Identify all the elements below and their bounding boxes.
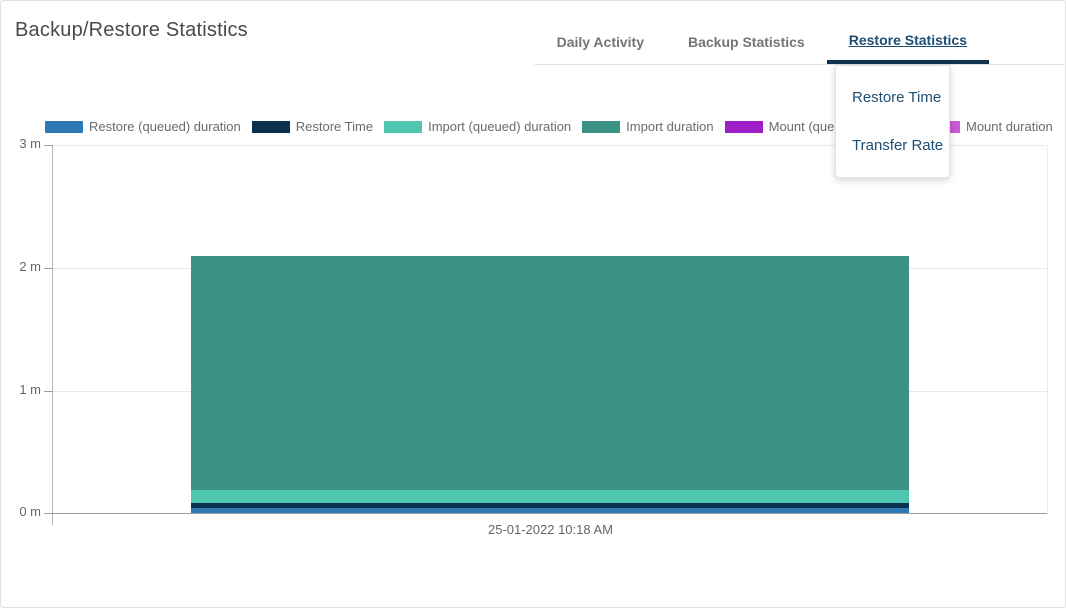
y-axis-line: [52, 145, 53, 525]
legend-swatch: [45, 121, 83, 133]
y-axis-tick: [44, 391, 53, 392]
y-axis-tick: [44, 145, 53, 146]
restore-statistics-dropdown: Restore Time Transfer Rate: [835, 65, 950, 178]
legend-swatch: [582, 121, 620, 133]
tab-bar: Daily Activity Backup Statistics Restore…: [534, 1, 1065, 65]
bar-segment-import-queued-duration[interactable]: [191, 490, 909, 504]
legend-label: Restore (queued) duration: [89, 119, 241, 134]
page: Backup/Restore Statistics Daily Activity…: [0, 0, 1066, 608]
plot-area: 0 m1 m2 m3 m: [53, 145, 1048, 514]
bar-segment-restore-queued-duration[interactable]: [191, 508, 909, 513]
y-axis-tick-label: 2 m: [3, 259, 41, 274]
legend-label: Mount duration: [966, 119, 1053, 134]
legend-item-restore-queued-duration[interactable]: Restore (queued) duration: [45, 119, 241, 134]
bar-segment-import-duration[interactable]: [191, 256, 909, 490]
tab-backup-statistics[interactable]: Backup Statistics: [666, 1, 827, 64]
legend-label: Restore Time: [296, 119, 373, 134]
stacked-bar[interactable]: [191, 256, 909, 513]
menu-item-restore-time[interactable]: Restore Time: [836, 74, 949, 122]
x-axis-line: [53, 513, 1048, 514]
tab-restore-statistics[interactable]: Restore Statistics: [827, 1, 989, 64]
legend-item-restore-time[interactable]: Restore Time: [252, 119, 373, 134]
plot-right-border: [1047, 145, 1048, 514]
legend-item-import-queued-duration[interactable]: Import (queued) duration: [384, 119, 571, 134]
x-axis-label: 25-01-2022 10:18 AM: [53, 522, 1048, 537]
legend-label: Import duration: [626, 119, 713, 134]
y-axis-tick-label: 0 m: [3, 504, 41, 519]
menu-item-transfer-rate[interactable]: Transfer Rate: [836, 122, 949, 170]
legend-swatch: [252, 121, 290, 133]
y-axis-tick-label: 3 m: [3, 136, 41, 151]
tab-daily-activity[interactable]: Daily Activity: [535, 1, 666, 64]
page-title: Backup/Restore Statistics: [15, 19, 248, 42]
y-axis-tick-label: 1 m: [3, 382, 41, 397]
legend-swatch: [384, 121, 422, 133]
y-axis-tick: [44, 268, 53, 269]
y-axis-tick: [44, 513, 53, 514]
legend-swatch: [725, 121, 763, 133]
legend-label: Import (queued) duration: [428, 119, 571, 134]
legend-item-import-duration[interactable]: Import duration: [582, 119, 713, 134]
